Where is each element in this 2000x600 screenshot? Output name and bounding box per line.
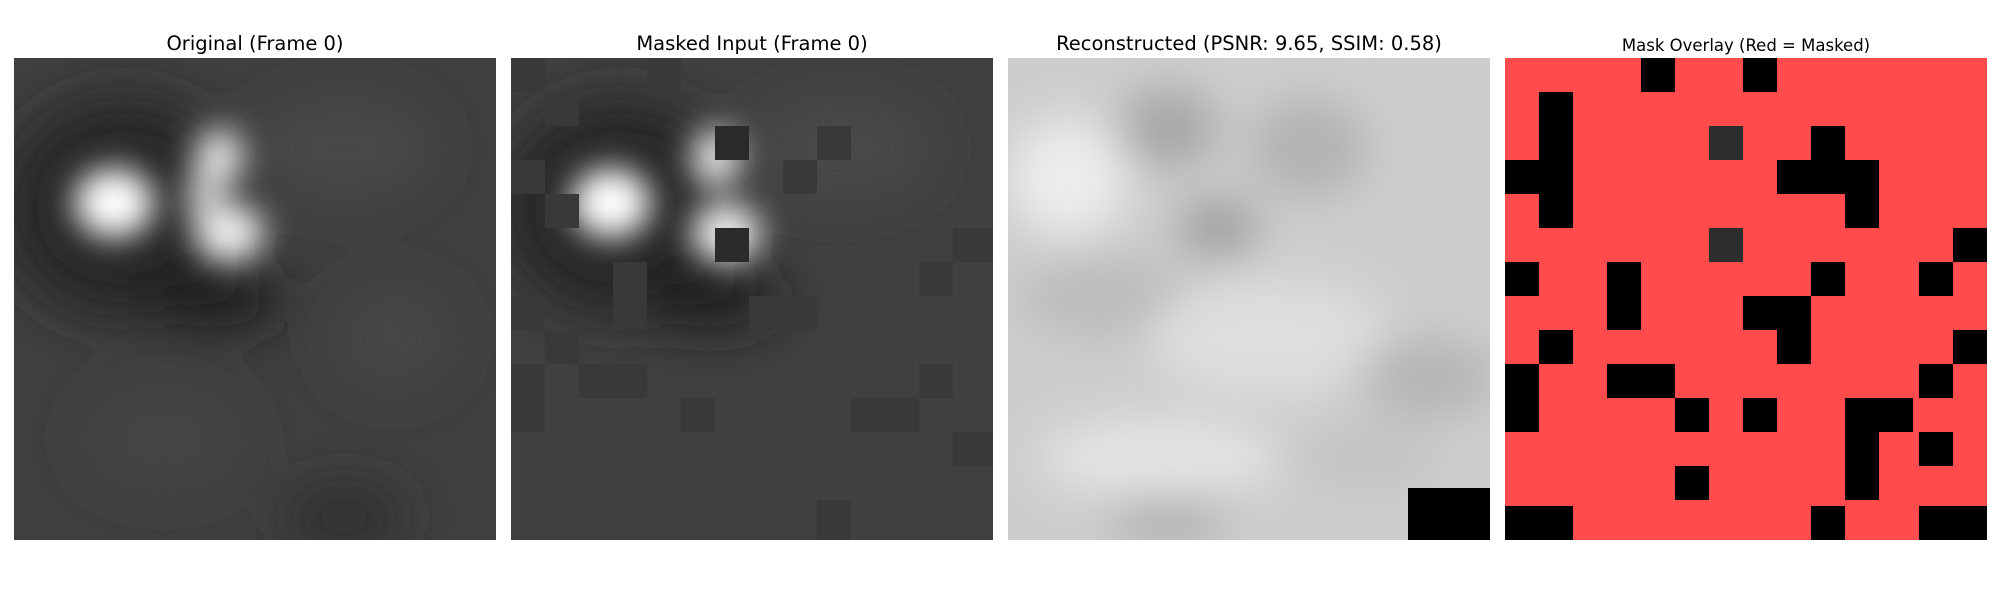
masked-input-image [511, 58, 993, 540]
panel-title-reconstructed: Reconstructed (PSNR: 9.65, SSIM: 0.58) [1056, 32, 1442, 55]
original-image [14, 58, 496, 540]
reconstructed-image [1008, 58, 1490, 540]
panel-title-masked-input: Masked Input (Frame 0) [636, 32, 868, 55]
mask-overlay-image [1505, 58, 1987, 540]
panel-title-original: Original (Frame 0) [166, 32, 344, 55]
panel-title-mask-overlay: Mask Overlay (Red = Masked) [1621, 36, 1871, 55]
